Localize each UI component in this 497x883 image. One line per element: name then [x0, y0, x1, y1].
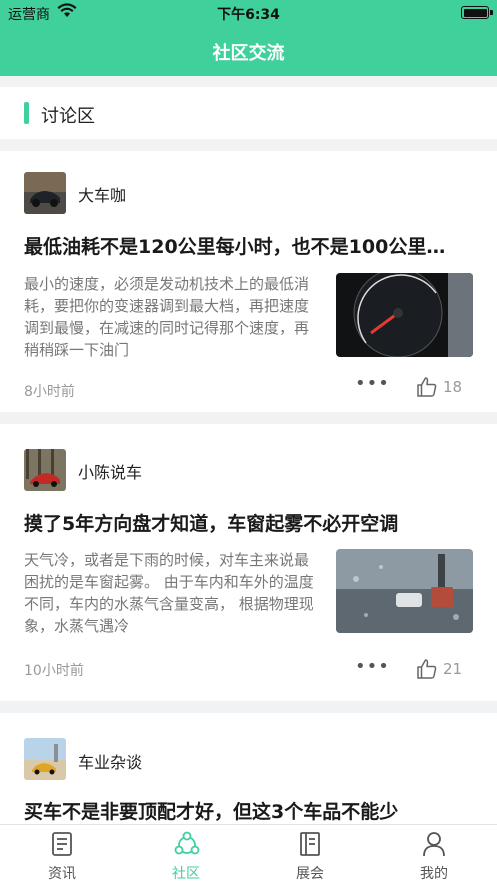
like-count: 18	[443, 378, 463, 396]
post-card[interactable]: 小陈说车 摸了5年方向盘才知道，车窗起雾不必开空调 天气冷，或者是下雨的时候，对…	[0, 424, 497, 701]
author-name[interactable]: 小陈说车	[78, 459, 142, 483]
status-bar: 运营商 下午6:34	[0, 0, 497, 26]
battery-icon	[461, 6, 493, 19]
post-title[interactable]: 买车不是非要顶配才好，但这3个车品不能少	[24, 797, 464, 824]
tab-exhibition[interactable]: 展会	[248, 825, 372, 883]
nav-bar: 社区交流	[0, 26, 497, 76]
like-button[interactable]: 18	[416, 374, 476, 400]
tab-community[interactable]: 社区	[124, 825, 248, 883]
author-name[interactable]: 大车咖	[78, 182, 126, 206]
tab-label: 展会	[296, 866, 324, 882]
post-title[interactable]: 最低油耗不是120公里每小时，也不是100公里每小时	[24, 232, 464, 259]
page-title: 社区交流	[212, 43, 285, 64]
section-header: 讨论区	[0, 87, 497, 139]
post-title[interactable]: 摸了5年方向盘才知道，车窗起雾不必开空调	[24, 509, 464, 536]
like-button[interactable]: 21	[416, 656, 476, 682]
tab-profile[interactable]: 我的	[372, 825, 496, 883]
community-icon	[174, 831, 200, 855]
post-time: 8小时前	[24, 384, 75, 400]
thumbs-up-icon	[417, 659, 437, 679]
thumbs-up-icon	[417, 377, 437, 397]
section-accent-bar	[24, 102, 29, 124]
status-time: 下午6:34	[217, 7, 280, 23]
post-thumbnail[interactable]	[336, 549, 473, 633]
profile-icon	[423, 832, 445, 857]
avatar[interactable]	[24, 449, 66, 491]
more-options-button[interactable]: •••	[355, 656, 389, 684]
post-excerpt: 天气冷，或者是下雨的时候，对车主来说最困扰的是车窗起雾。 由于车内和车外的温度不…	[24, 551, 314, 635]
news-icon	[52, 832, 72, 856]
avatar[interactable]	[24, 172, 66, 214]
exhibition-icon	[300, 832, 320, 856]
tab-label: 社区	[172, 866, 200, 882]
post-time: 10小时前	[24, 663, 84, 679]
section-title: 讨论区	[41, 106, 95, 127]
like-count: 21	[443, 660, 463, 678]
author-name[interactable]: 车业杂谈	[78, 749, 142, 773]
tab-news[interactable]: 资讯	[0, 825, 124, 883]
post-thumbnail[interactable]	[336, 273, 473, 357]
post-card[interactable]: 车业杂谈 买车不是非要顶配才好，但这3个车品不能少	[0, 713, 497, 824]
tab-bar: 资讯 社区 展会 我的	[0, 824, 497, 883]
more-options-button[interactable]: •••	[355, 373, 389, 401]
avatar[interactable]	[24, 738, 66, 780]
post-card[interactable]: 大车咖 最低油耗不是120公里每小时，也不是100公里每小时 最小的速度，必须是…	[0, 151, 497, 412]
post-excerpt: 最小的速度，必须是发动机技术上的最低消耗，要把你的变速器调到最大档，再把速度调到…	[24, 275, 310, 359]
tab-label: 资讯	[48, 866, 76, 882]
tab-label: 我的	[420, 866, 448, 882]
